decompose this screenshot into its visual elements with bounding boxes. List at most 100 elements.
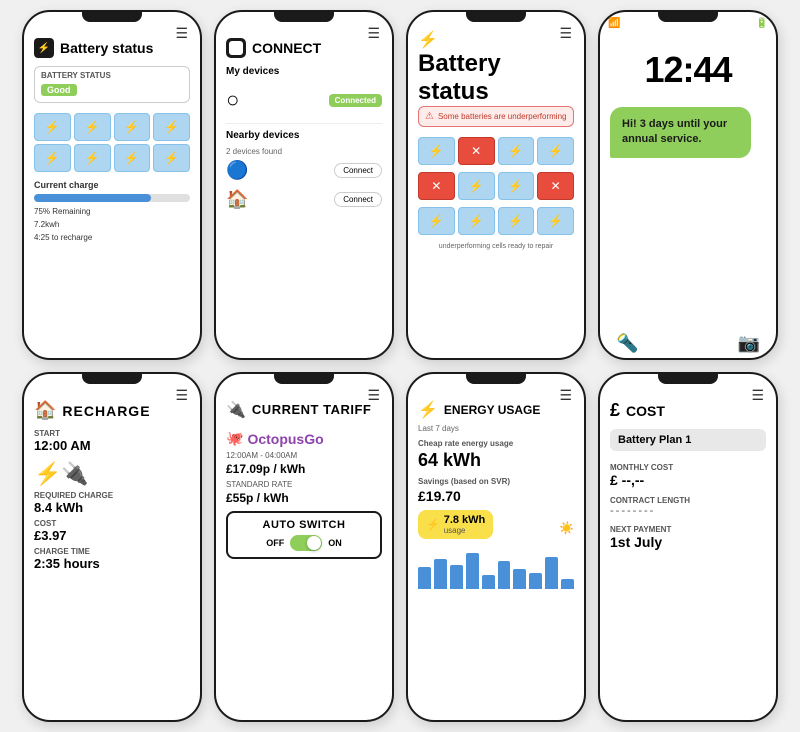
battery-status-box: Battery Status Good [34,66,190,103]
standard-price: £55p / kWh [226,491,382,505]
toggle-on-label: ON [328,538,342,548]
warning-text: Some batteries are underperforming [438,112,567,121]
wifi-icon: 📶 [608,18,620,29]
menu-icon[interactable]: ☰ [559,388,572,402]
cost-row: COST £3.97 [34,519,190,543]
nearby-devices-section: Nearby devices 2 devices found 🔵 Connect… [226,130,382,214]
notch [274,374,334,384]
battery-cell-bad: ✕ [458,137,495,165]
battery-icon: ⚡ [34,38,54,58]
battery-cell: ⚡ [74,144,111,172]
warning-box: ⚠ Some batteries are underperforming [418,106,574,127]
standard-label: STANDARD RATE [226,480,382,489]
flashlight-icon[interactable]: 🔦 [616,333,638,354]
battery-grid-bot: ⚡ ⚡ ⚡ ⚡ [418,207,574,235]
required-row: REQUIRED CHARGE 8.4 kWh [34,491,190,515]
next-payment-value: 1st July [610,534,766,550]
notch [82,374,142,384]
current-charge-label: Current charge [34,180,190,190]
phone-recharge: ☰ 🏠 RECHARGE START 12:00 AM ⚡🔌 REQUIRED … [22,372,202,722]
tariff-name: OctopusGo [247,431,323,447]
required-label: REQUIRED CHARGE [34,491,190,500]
menu-icon[interactable]: ☰ [559,26,572,40]
nearby-count: 2 devices found [226,147,382,156]
contract-value: -------- [610,505,766,517]
notch [658,374,718,384]
battery-cell: ⚡ [153,144,190,172]
cost-label: COST [34,519,190,528]
notch [466,12,526,22]
cheap-rate-price: £17.09p / kWh [226,462,382,476]
battery-grid: ⚡ ⚡ ⚡ ⚡ ⚡ ⚡ ⚡ ⚡ [34,113,190,172]
phone-connect: ☰ CONNECT My devices ○ Connected [214,10,394,360]
page-title: CURRENT TARIFF [252,402,371,418]
menu-icon[interactable]: ☰ [175,388,188,402]
octopus-icon: 🐙 [226,430,243,447]
kwh-sub: usage [444,526,486,535]
phone-battery-warn: ☰ ⚡ Battery status ⚠ Some batteries are … [406,10,586,360]
bar-chart [418,549,574,589]
menu-icon[interactable]: ☰ [751,388,764,402]
battery-cell: ⚡ [458,207,495,235]
section-title: CONNECT [226,38,382,58]
bar [529,573,542,589]
phone-battery-status: ☰ ⚡ Battery status Battery Status Good ⚡… [22,10,202,360]
plan-name: Battery Plan 1 [610,429,766,451]
chat-bubble: Hi! 3 days until your annual service. [610,107,751,158]
phone-tariff: ☰ 🔌 CURRENT TARIFF 🐙 OctopusGo 12:00AM -… [214,372,394,722]
battery-status-icon: 🔋 [756,18,768,29]
camera-icon[interactable]: 📷 [738,333,760,354]
bar [498,561,511,589]
device-row: ○ Connected [226,83,382,117]
octopus-row: 🐙 OctopusGo [226,430,382,447]
kwh-value: 7.8 kWh [444,514,486,526]
battery-cell: ⚡ [153,113,190,141]
auto-switch-box: AUTO SWITCH OFF ON [226,511,382,559]
nearby-device-icon-1: 🔵 [226,160,248,181]
toggle-switch[interactable] [290,535,322,551]
bottom-icons: 🔦 📷 [600,325,776,358]
battery-cell: ⚡ [74,113,111,141]
subtitle: Last 7 days [418,424,574,433]
bar [561,579,574,589]
section-title: ⚡ ENERGY USAGE [418,400,574,420]
phone-grid: ☰ ⚡ Battery status Battery Status Good ⚡… [22,10,778,722]
phone-clock: 📶 🔋 12:44 Hi! 3 days until your annual s… [598,10,778,360]
nearby-device-row-1: 🔵 Connect [226,156,382,185]
battery-cell: ⚡ [498,137,535,165]
connect-button-2[interactable]: Connect [334,192,382,207]
connect-button-1[interactable]: Connect [334,163,382,178]
section-title: 🏠 RECHARGE [34,400,190,421]
next-payment-label: NEXT PAYMENT [610,525,766,534]
recharge-icon: ⚡🔌 [34,461,190,487]
menu-icon[interactable]: ☰ [367,26,380,40]
battery-cell: ⚡ [537,137,574,165]
warning-dot: ⚠ [425,111,434,122]
battery-grid-mid: ✕ ⚡ ⚡ ✕ [418,172,574,200]
monthly-value: £ --,-- [610,472,766,488]
cheap-rate-label: Cheap rate energy usage [418,439,574,448]
pound-icon: £ [610,400,620,421]
divider [226,123,382,124]
battery-cell: ⚡ [418,137,455,165]
battery-cell-bad: ✕ [537,172,574,200]
nearby-device-row-2: 🏠 Connect [226,185,382,214]
required-value: 8.4 kWh [34,500,190,515]
page-title: Battery status [418,50,574,106]
charge-time-row: CHARGE TIME 2:35 hours [34,547,190,571]
toggle-knob [307,536,321,550]
status-badge: Good [41,84,77,96]
page-title: ENERGY USAGE [444,403,540,417]
page-title: Battery status [60,40,153,56]
cost-value: £3.97 [34,528,190,543]
nearby-label: Nearby devices [226,130,382,141]
bar [466,553,479,589]
menu-icon[interactable]: ☰ [367,388,380,402]
charge-time-label: CHARGE TIME [34,547,190,556]
battery-cell: ⚡ [114,113,151,141]
menu-icon[interactable]: ☰ [175,26,188,40]
notch [82,12,142,22]
battery-cell: ⚡ [114,144,151,172]
page-title: CONNECT [252,40,321,56]
section-title: ⚡ Battery status [418,30,574,106]
